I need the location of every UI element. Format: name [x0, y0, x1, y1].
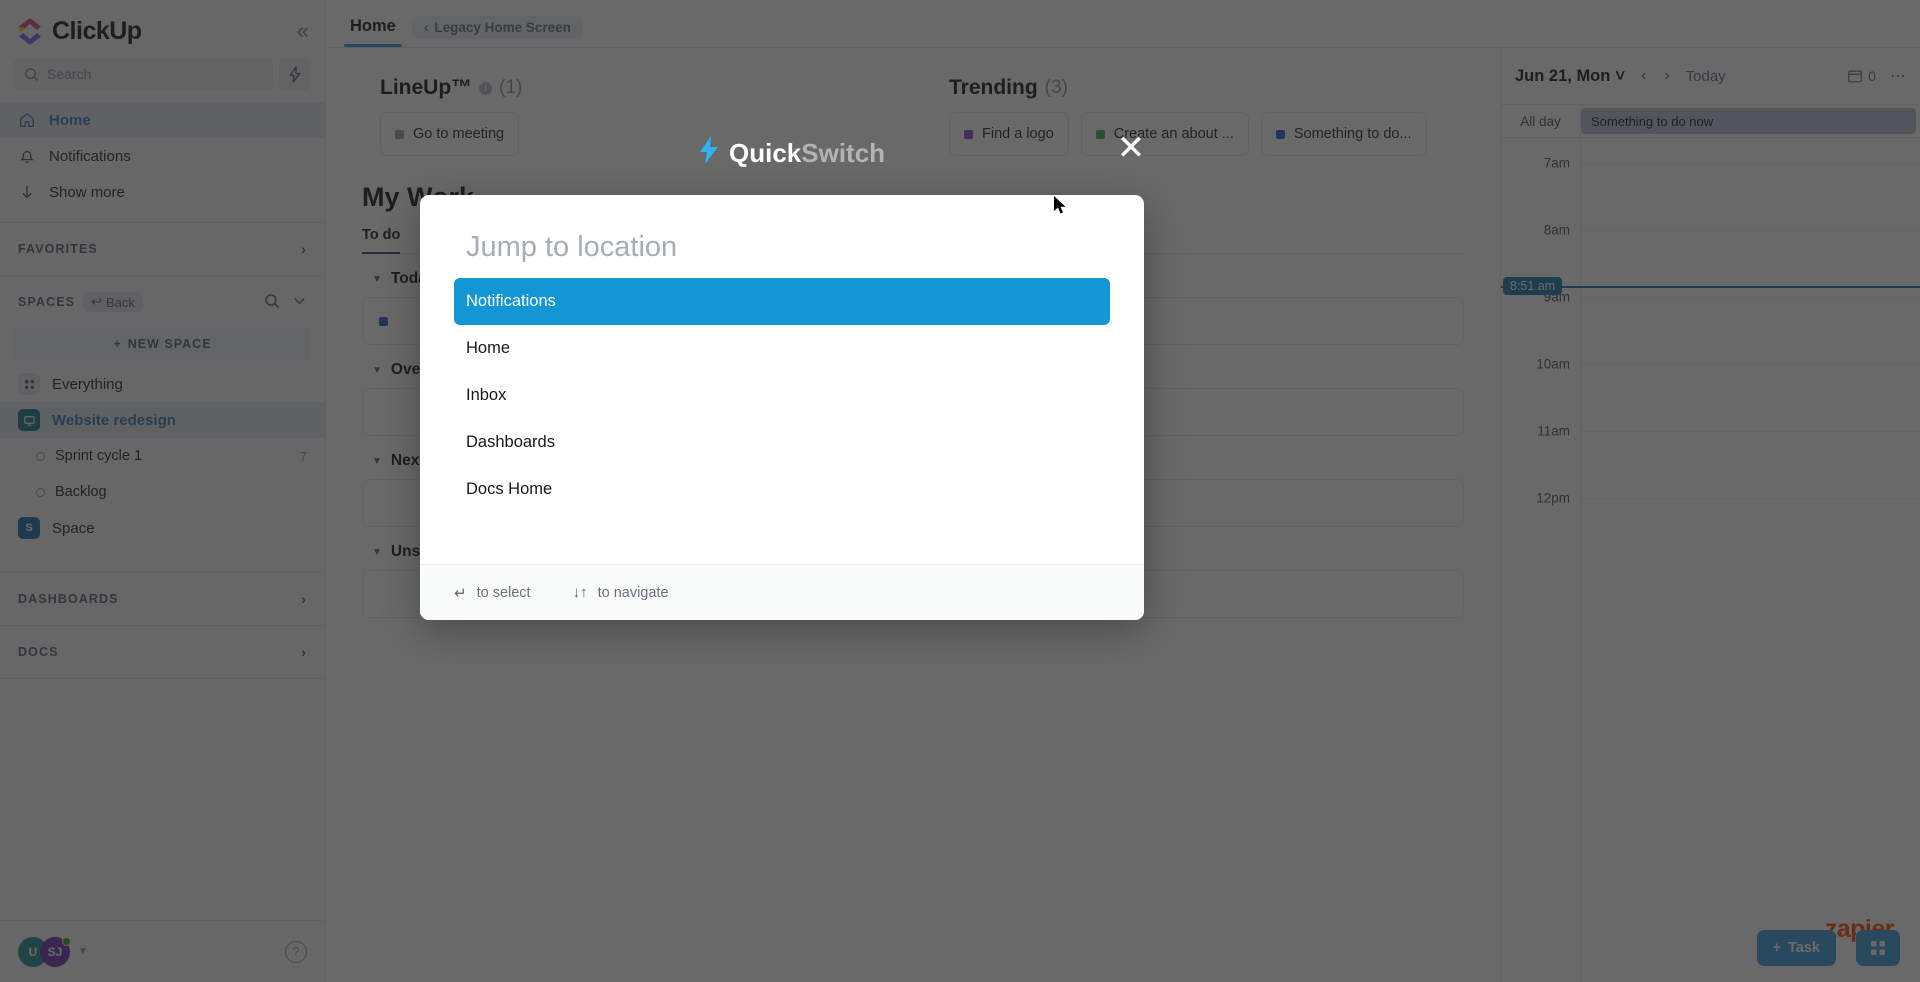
hint-select-label: to select: [476, 584, 531, 601]
hint-navigate-label: to navigate: [597, 584, 669, 601]
lightning-bolt-icon: [698, 136, 720, 171]
option-notifications[interactable]: Notifications: [454, 278, 1110, 325]
quickswitch-logo: QuickSwitch: [698, 136, 885, 171]
close-icon[interactable]: ✕: [1112, 130, 1150, 168]
mouse-cursor: [1054, 196, 1068, 216]
option-docs-home[interactable]: Docs Home: [454, 466, 1110, 513]
hint-navigate: ↓↑ to navigate: [573, 584, 669, 601]
clickup-app: ClickUp « Search: [0, 0, 1920, 982]
option-dashboards[interactable]: Dashboards: [454, 419, 1110, 466]
location-options-list: Notifications Home Inbox Dashboards Docs…: [420, 278, 1144, 564]
quickswitch-logo-secondary: Switch: [801, 138, 886, 168]
option-inbox[interactable]: Inbox: [454, 372, 1110, 419]
arrow-keys-icon: ↓↑: [572, 584, 588, 601]
jump-to-location-modal: Jump to location Notifications Home Inbo…: [420, 195, 1144, 620]
enter-key-icon: ↵: [454, 584, 467, 602]
hint-select: ↵ to select: [454, 584, 531, 602]
modal-title: Jump to location: [466, 231, 678, 263]
quickswitch-logo-primary: Quick: [729, 138, 802, 168]
option-home[interactable]: Home: [454, 325, 1110, 372]
modal-footer-hints: ↵ to select ↓↑ to navigate: [420, 564, 1144, 620]
